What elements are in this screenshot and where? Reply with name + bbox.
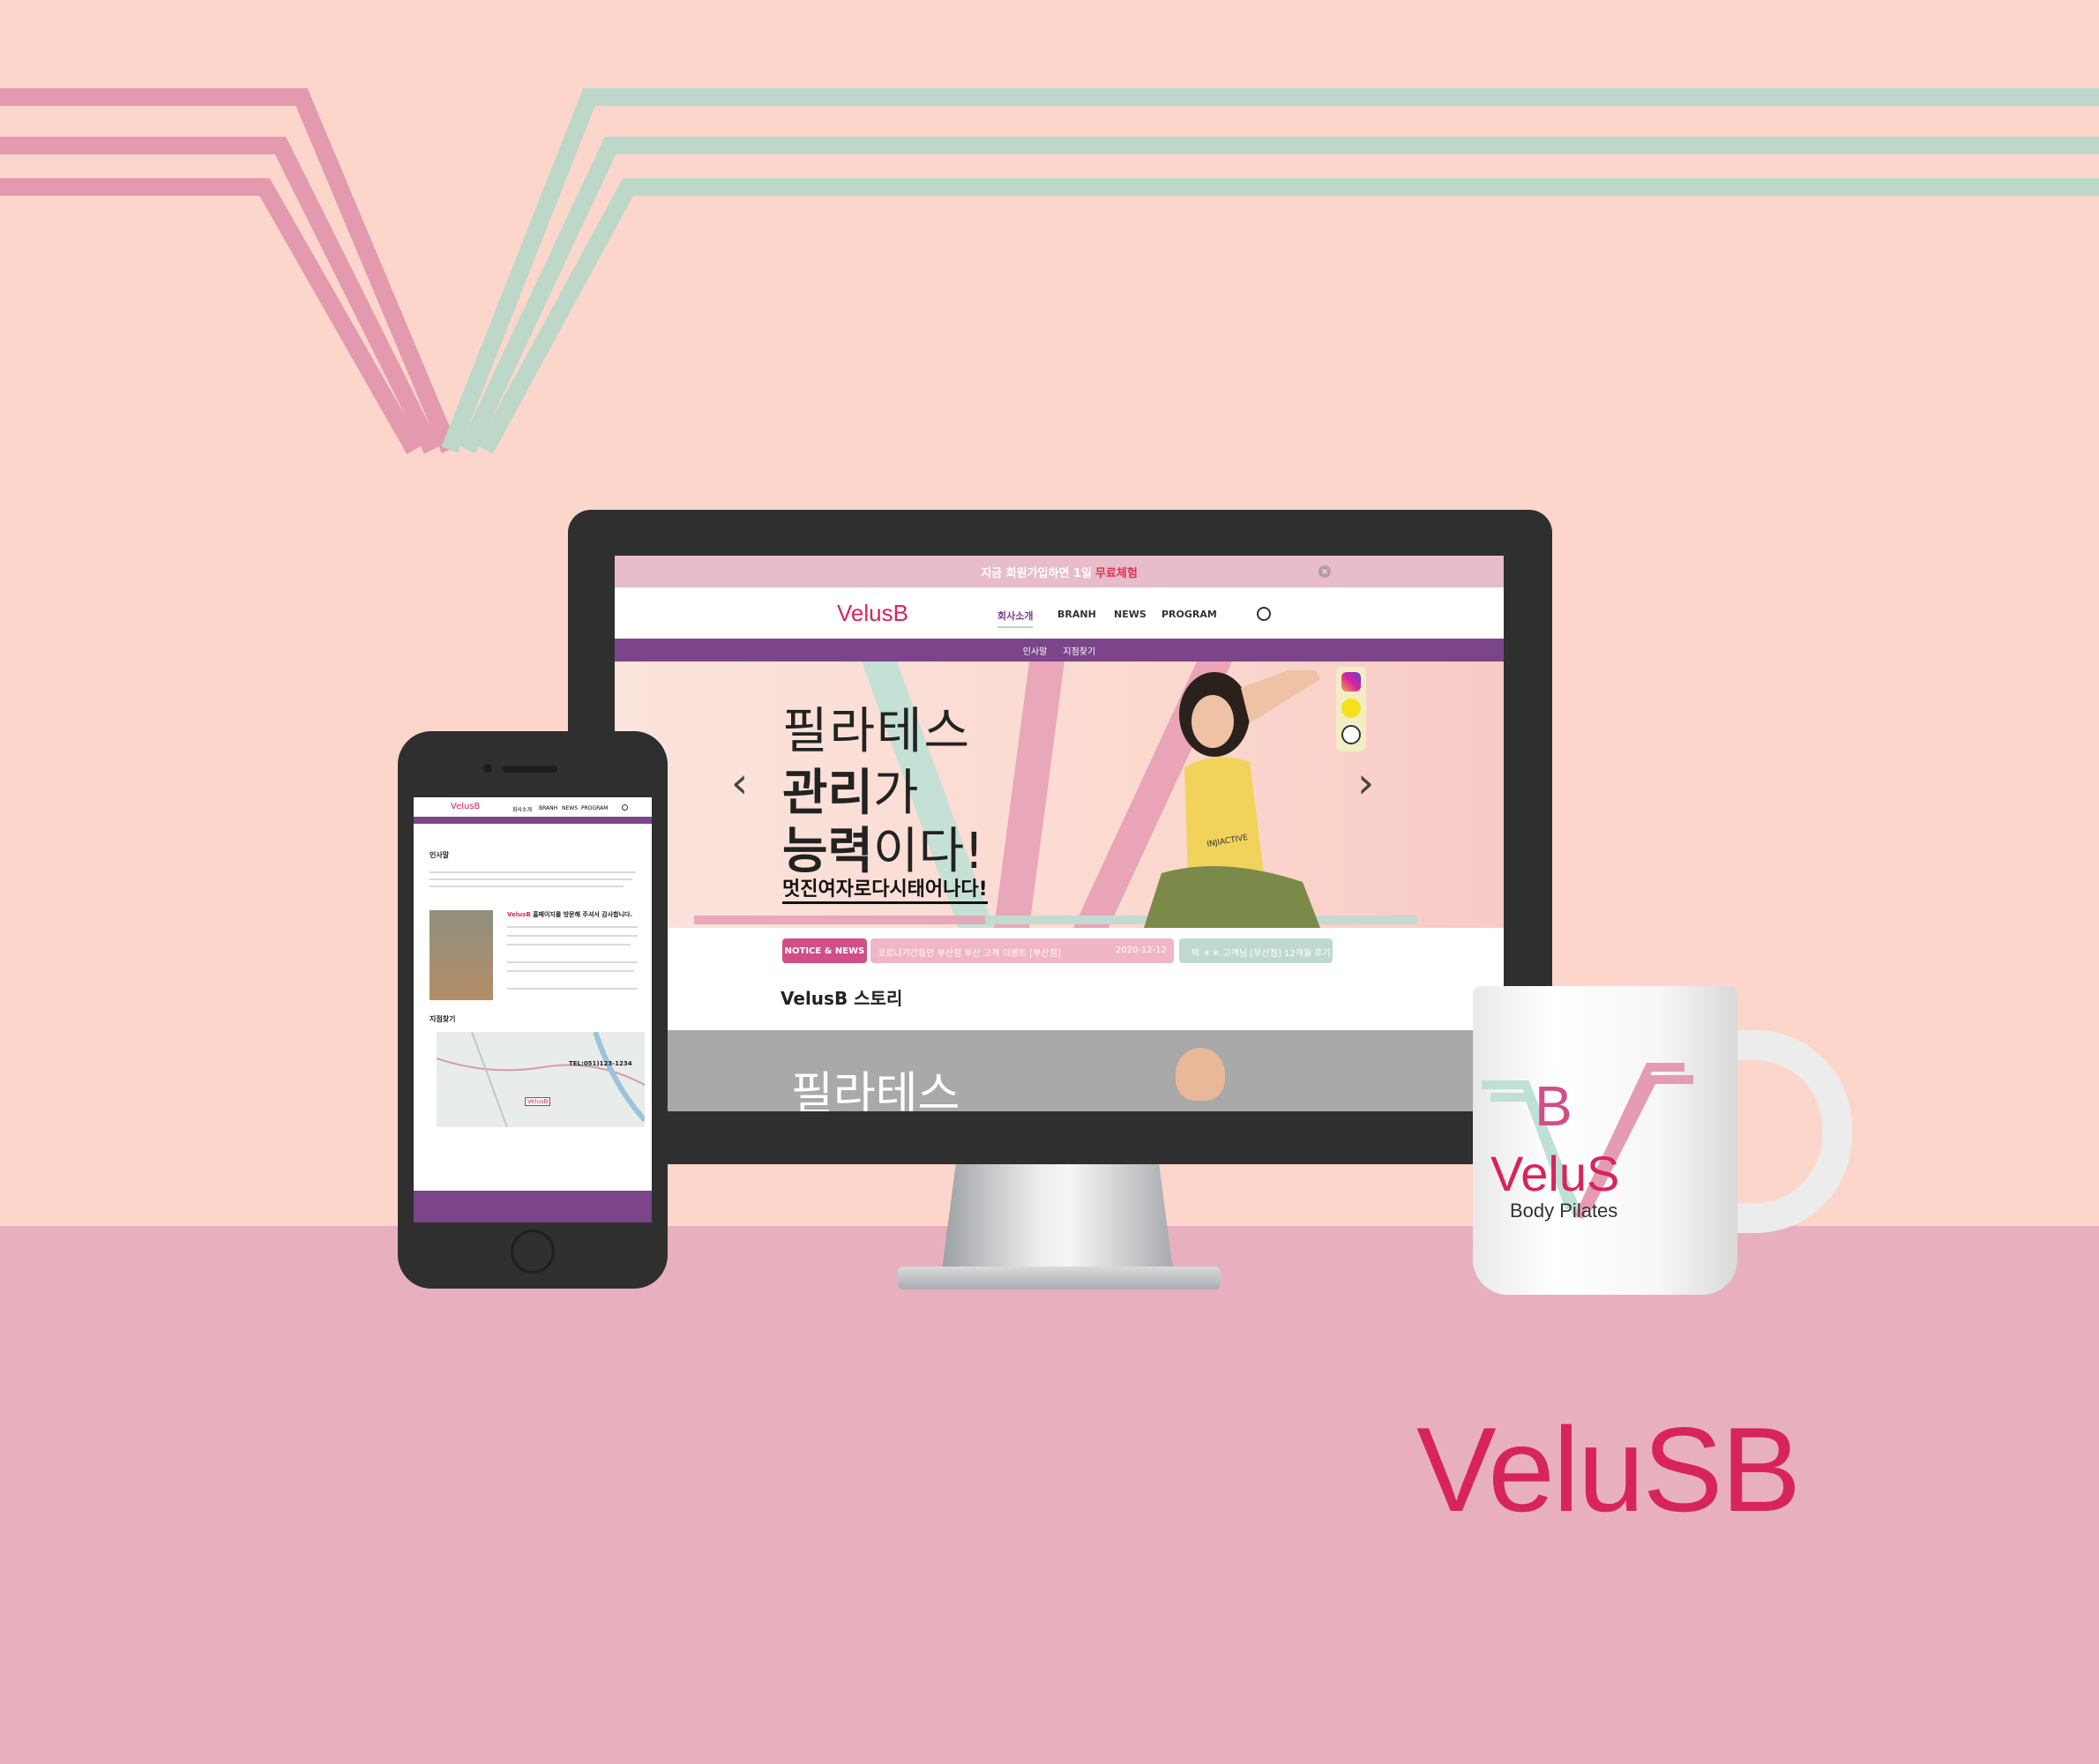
phone-logo[interactable]: VelusB [451,802,480,811]
monitor-base [898,1267,1221,1289]
text-line [507,944,631,946]
notice-bar: NOTICE & NEWS 코로나기간동안 부산점 부산 고객 이벤트 [부산점… [615,928,1504,970]
phone-header: VelusB 회사소개 BRANH NEWS PROGRAM [414,797,652,817]
welcome-brand: VelusB [507,911,531,918]
promo-banner[interactable]: 지금 회원가입 하면 1일 무료체험 [615,556,1504,587]
chevron-right-icon[interactable]: › [1357,759,1374,808]
mug-brand: VeluS [1490,1146,1620,1201]
close-icon[interactable]: × [1318,565,1331,578]
studio-photo [430,910,493,1000]
notice-item-title: 코로나기간동안 부산점 부산 고객 이벤트 [부산점] [878,949,1061,959]
hero-subtitle: 멋진여자로다시태어나다! [782,873,988,904]
brand-logo: VeluSB [1416,1402,1801,1536]
mug-subtitle: Body Pilates [1510,1200,1618,1222]
story-image: 필라테스 [615,1030,1504,1111]
text-line [430,886,624,887]
text-line [507,970,634,972]
user-icon[interactable] [1257,607,1271,621]
nav-item-news[interactable]: NEWS [1114,609,1147,620]
nav-item-company[interactable]: 회사소개 [997,609,1034,628]
notice-badge[interactable]: NOTICE & NEWS [782,938,867,963]
phone-footer [414,1191,652,1222]
promo-middle: 회원가입 [1005,566,1049,580]
notice-item[interactable]: 코로나기간동안 부산점 부산 고객 이벤트 [부산점] 2020-12-12 [870,938,1174,963]
map-marker[interactable]: VelusB [525,1097,551,1106]
sub-nav: 인사말 지점찾기 [615,639,1504,662]
notice-item[interactable]: 박 ＊＊ 고객님 [부산점] 12개월 후기 [1179,938,1333,963]
monitor-stand [942,1164,1173,1270]
header-nav: VelusB 회사소개 BRANH NEWS PROGRAM [615,587,1504,639]
map-title: 지점찾기 [430,1015,456,1023]
story-image-text: 필라테스 [791,1068,960,1111]
branch-map[interactable]: TEL:051)123-1234 VelusB [436,1031,647,1128]
nav-item-program[interactable]: PROGRAM [1162,609,1217,620]
promo-middle2: 하면 1일 [1048,566,1092,580]
phone-nav-item[interactable]: 회사소개 [512,805,532,813]
instructor-photo [1176,1048,1225,1101]
chevron-left-icon[interactable]: ‹ [731,759,748,808]
user-icon[interactable] [622,804,628,811]
monitor-screen: 지금 회원가입 하면 1일 무료체험 × VelusB 회사소개 BRANH N… [615,556,1504,1111]
hero-line3-rest: 이다! [873,823,984,880]
phone-camera [483,764,492,773]
text-line [430,871,636,873]
site-logo[interactable]: VelusB [837,600,908,627]
phone-subnav [414,817,652,824]
subnav-greeting[interactable]: 인사말 [1023,644,1048,657]
hero-slider: 필라테스 관리가 능력이다! 멋진여자로다시태어나다! ‹ › INJIACTI… [615,662,1504,928]
promo-highlight: 무료체험 [1094,566,1138,580]
mug-monogram: B [1535,1074,1572,1138]
greeting-title: 인사말 [430,851,450,859]
text-line [507,926,638,928]
kakaotalk-icon[interactable] [1341,699,1361,718]
instagram-icon[interactable] [1341,672,1361,691]
model-photo: INJIACTIVE [1144,670,1320,928]
hero-line3-bold: 능력 [782,823,874,880]
phone-nav-item[interactable]: BRANH [539,805,557,811]
phone-nav-item[interactable]: PROGRAM [581,805,608,811]
phone-screen: VelusB 회사소개 BRANH NEWS PROGRAM 인사말 Velus… [414,797,652,1222]
profile-icon[interactable] [1341,725,1361,744]
map-roads [436,1031,647,1128]
phone-speaker [503,766,557,773]
subnav-find-branch[interactable]: 지점찾기 [1063,644,1095,657]
promo-prefix: 지금 [981,566,1003,580]
phone-nav-item[interactable]: NEWS [562,805,578,811]
map-tel: TEL:051)123-1234 [569,1060,632,1067]
text-line [430,878,632,880]
text-line [507,935,638,937]
social-bar [1336,667,1366,751]
home-button[interactable] [511,1230,555,1274]
decorative-v-stripes [0,88,2099,454]
story-title: VelusB 스토리 [781,988,903,1009]
notice-item-date: 2020-12-12 [1115,946,1167,955]
text-line [507,988,638,990]
notice-item-title: 박 ＊＊ 고객님 [부산점] 12개월 후기 [1191,949,1331,959]
nav-item-branch[interactable]: BRANH [1057,609,1096,620]
mint-stripe-3 [477,178,2099,454]
welcome-text: VelusB 홈페이지를 방문해 주셔서 감사합니다. [507,910,632,919]
text-line [507,961,638,963]
hero-title-line3: 능력이다! [782,811,984,883]
hero-title-line1: 필라테스 [782,703,972,760]
welcome-msg: 홈페이지를 방문해 주셔서 감사합니다. [533,911,633,918]
